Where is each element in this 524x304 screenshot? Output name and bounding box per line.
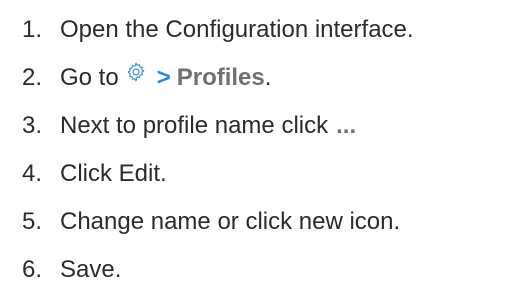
step-number: 2.	[22, 64, 43, 91]
step-text: Change name or click new icon.	[60, 208, 401, 235]
step-number: 3.	[22, 112, 43, 139]
profiles-label: Profiles	[176, 64, 265, 91]
step-text: Click Edit.	[60, 160, 167, 187]
step-3: 3. Next to profile name click ...	[22, 102, 522, 150]
step-1: 1. Open the Configuration interface.	[22, 6, 522, 54]
step-2: 2. Go to > Profiles .	[22, 54, 522, 102]
step-text: Open the Configuration interface.	[60, 16, 414, 43]
step-4: 4. Click Edit.	[22, 150, 522, 198]
more-options-icon: ...	[336, 112, 357, 139]
breadcrumb-separator: >	[156, 64, 171, 91]
step-text: Next to profile name click	[60, 112, 329, 139]
step-6: 6. Save.	[22, 246, 522, 294]
step-number: 6.	[22, 256, 43, 283]
instruction-list: 1. Open the Configuration interface. 2. …	[22, 0, 522, 294]
step-number: 4.	[22, 160, 43, 187]
gear-icon	[125, 61, 147, 83]
step-suffix: .	[264, 64, 272, 91]
step-text: Save.	[60, 256, 122, 283]
step-text: Go to	[60, 64, 119, 91]
step-number: 5.	[22, 208, 43, 235]
step-number: 1.	[22, 16, 43, 43]
step-5: 5. Change name or click new icon.	[22, 198, 522, 246]
